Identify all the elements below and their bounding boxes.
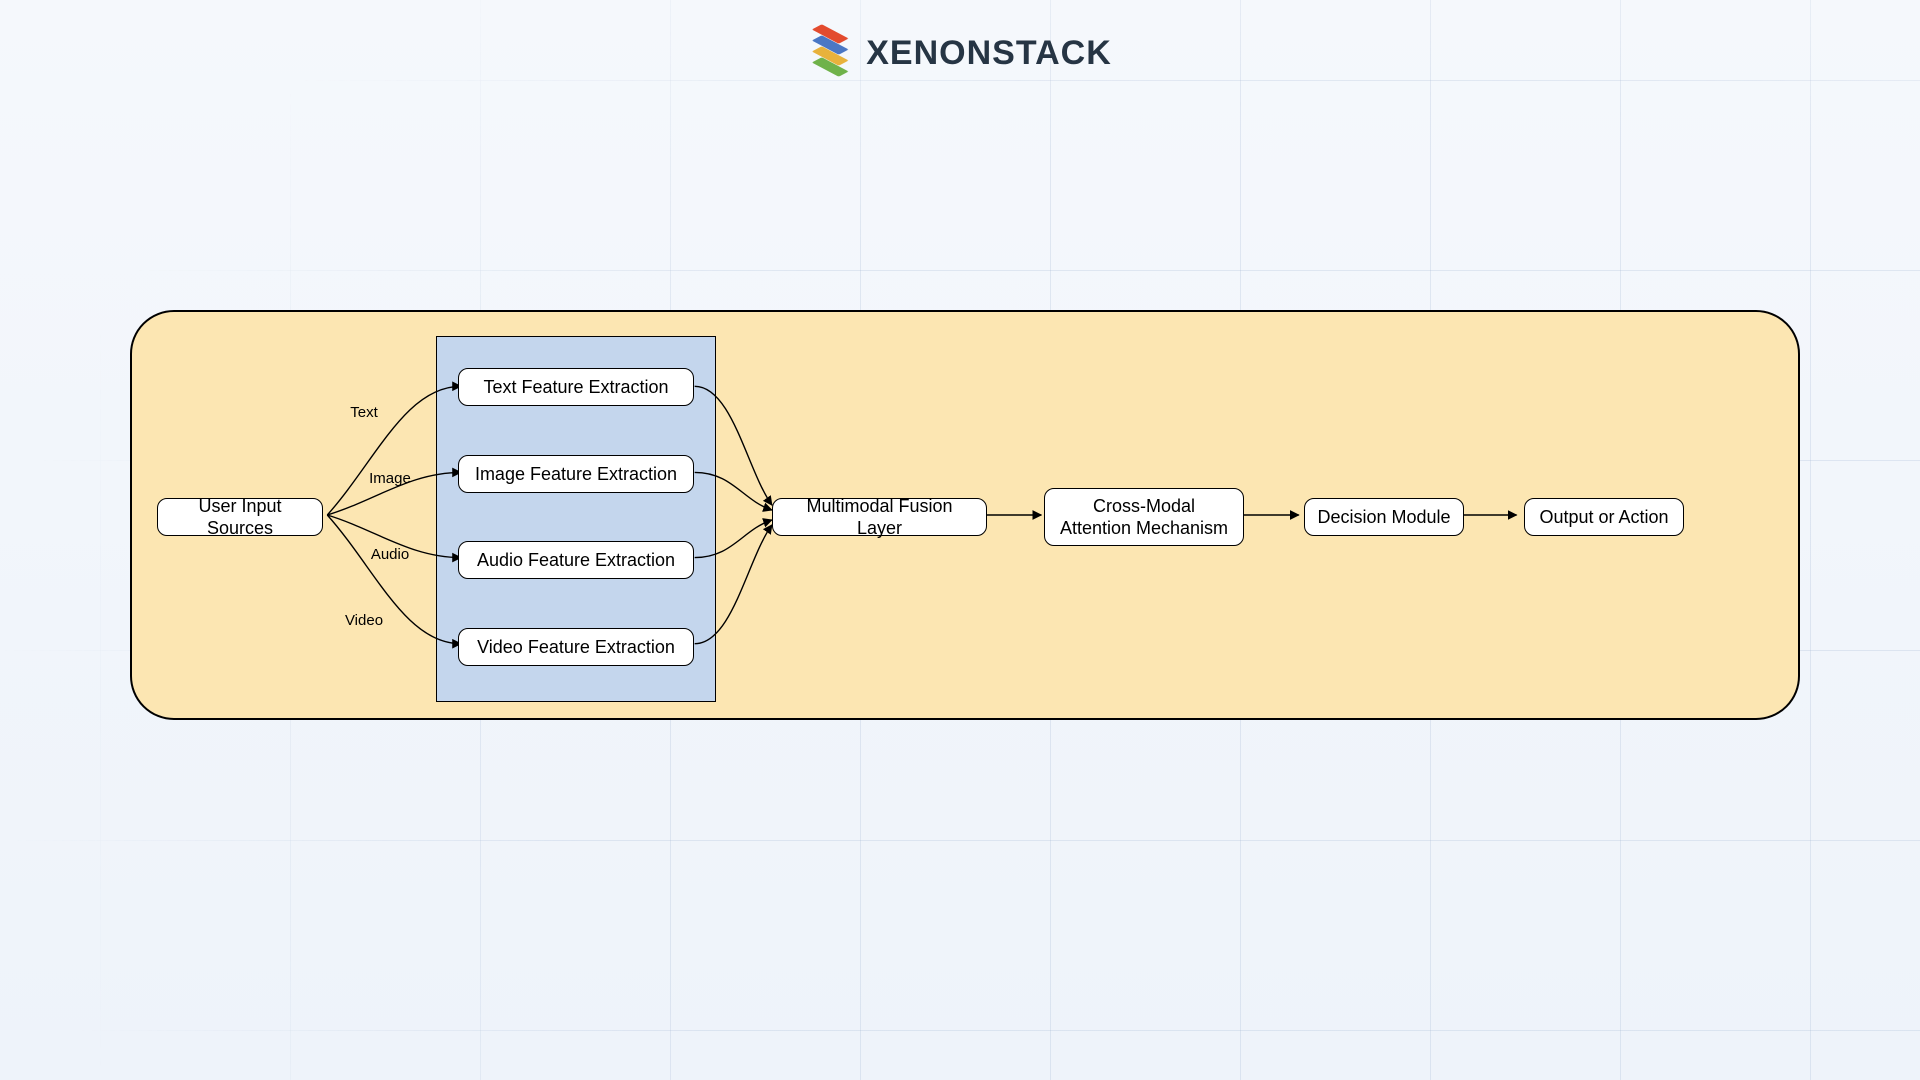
edge-label-text: Text [324, 404, 404, 421]
node-label: User Input Sources [170, 495, 310, 540]
node-multimodal-fusion-layer: Multimodal Fusion Layer [772, 498, 987, 536]
edge-label-image: Image [350, 470, 430, 487]
node-text-feature-extraction: Text Feature Extraction [458, 368, 694, 406]
node-label: Output or Action [1539, 506, 1668, 529]
brand-logo-icon [808, 25, 852, 81]
node-output-or-action: Output or Action [1524, 498, 1684, 536]
node-cross-modal-attention: Cross-Modal Attention Mechanism [1044, 488, 1244, 546]
node-label: Text Feature Extraction [483, 376, 668, 399]
edge-label-audio: Audio [350, 546, 430, 563]
brand-name: XENONSTACK [866, 34, 1112, 73]
node-label: Decision Module [1317, 506, 1450, 529]
node-decision-module: Decision Module [1304, 498, 1464, 536]
node-audio-feature-extraction: Audio Feature Extraction [458, 541, 694, 579]
node-label: Multimodal Fusion Layer [785, 495, 974, 540]
node-video-feature-extraction: Video Feature Extraction [458, 628, 694, 666]
diagram-container: Text Image Audio Video User Input Source… [130, 310, 1800, 720]
node-user-input-sources: User Input Sources [157, 498, 323, 536]
brand-header: XENONSTACK [808, 25, 1112, 81]
node-image-feature-extraction: Image Feature Extraction [458, 455, 694, 493]
node-label: Audio Feature Extraction [477, 549, 675, 572]
node-label: Cross-Modal Attention Mechanism [1057, 495, 1231, 540]
node-label: Video Feature Extraction [477, 636, 675, 659]
node-label: Image Feature Extraction [475, 463, 677, 486]
edge-label-video: Video [324, 612, 404, 629]
